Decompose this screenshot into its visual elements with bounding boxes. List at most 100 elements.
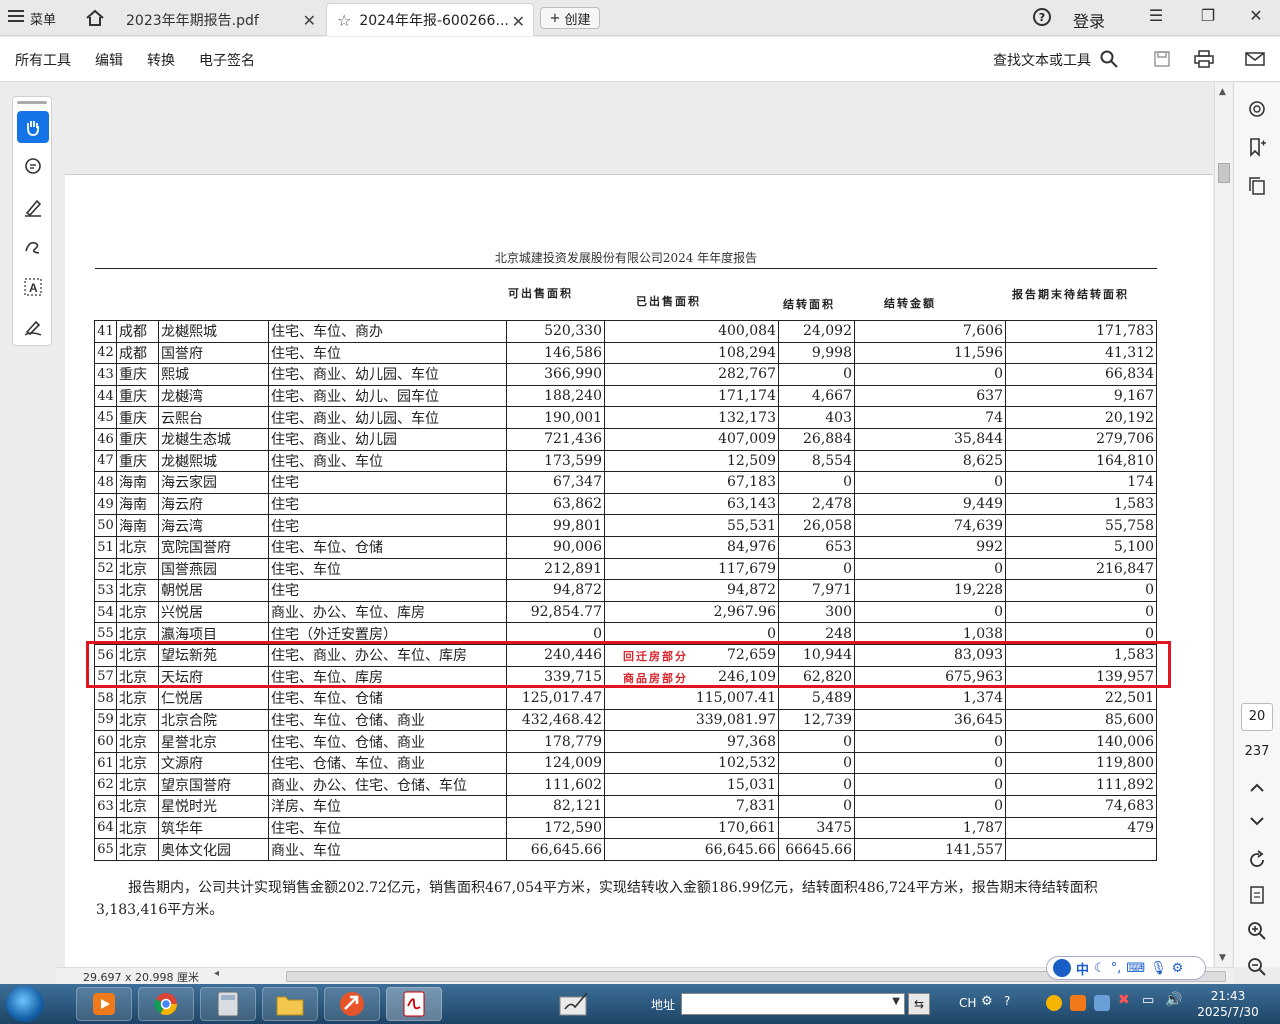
project-name-cell: 望京国誉府 <box>158 773 269 797</box>
text-select-icon[interactable]: A <box>17 271 49 303</box>
end-area-cell: 85,600 <box>1005 708 1157 732</box>
home-icon[interactable] <box>84 7 106 29</box>
carry-amount-cell: 9,449 <box>854 492 1006 516</box>
page-down-icon[interactable] <box>1246 810 1268 832</box>
help-tray-icon[interactable]: ? <box>1004 994 1010 1008</box>
signature-tool-icon[interactable] <box>547 987 603 1021</box>
zoom-in-icon[interactable] <box>1246 920 1268 942</box>
restore-window-icon[interactable]: ❐ <box>1194 6 1222 28</box>
convert-menu[interactable]: 转换 <box>147 50 175 70</box>
file-explorer-icon[interactable] <box>262 987 318 1021</box>
row-index: 60 <box>94 730 117 753</box>
chrome-tray-icon[interactable] <box>1046 995 1062 1011</box>
scroll-up-icon[interactable]: ▲ <box>1219 87 1226 97</box>
property-type-cell: 住宅、车位、商办 <box>268 320 507 343</box>
scroll-thumb[interactable] <box>1218 163 1230 183</box>
end-area-cell: 171,783 <box>1005 320 1157 343</box>
punctuation-icon[interactable]: °, <box>1111 961 1122 976</box>
windows-start-icon[interactable] <box>6 986 44 1022</box>
property-type-cell-text: 住宅、车位、仓储、商业 <box>271 712 425 729</box>
tab-2023-report[interactable]: 2023年年期报告.pdf ✕ <box>116 3 324 36</box>
address-input[interactable]: ▼ <box>681 993 905 1015</box>
pages-icon[interactable] <box>1246 175 1268 197</box>
hand-tool-icon[interactable] <box>17 111 49 143</box>
table-row: 43 重庆 熙城 住宅、商业、幼儿园、车位 366,990 282,767 0 0 66,834 <box>94 363 1157 386</box>
network-tray-icon[interactable] <box>1094 995 1110 1011</box>
project-name-cell-text: 星悦时光 <box>161 799 217 816</box>
project-name-cell-text: 宽院国誉府 <box>161 540 231 557</box>
city-cell: 北京 <box>116 687 159 710</box>
sold-area-cell: 67,183 <box>604 471 779 494</box>
highlight-pen-icon[interactable] <box>17 191 49 223</box>
menu-button[interactable]: 菜单 <box>8 6 56 30</box>
zoom-out-icon[interactable] <box>1246 956 1268 978</box>
scroll-left-icon[interactable]: ◂ <box>214 968 219 979</box>
close-icon[interactable]: ✕ <box>303 11 316 30</box>
volume-icon[interactable]: 🔊 <box>1165 992 1182 1008</box>
save-icon[interactable] <box>1150 47 1174 71</box>
bookmark-icon[interactable] <box>1246 136 1268 158</box>
calculator-icon[interactable] <box>200 987 256 1021</box>
carry-amount-cell-text: 7,606 <box>962 323 1003 340</box>
property-type-cell-text: 住宅 <box>271 497 299 514</box>
chrome-icon[interactable] <box>138 987 194 1021</box>
ai-assistant-icon[interactable] <box>1246 98 1268 120</box>
available-area-cell-text: 63,862 <box>553 496 602 513</box>
city-cell-text: 北京 <box>119 561 147 578</box>
carry-amount-cell-text: 0 <box>994 474 1003 491</box>
close-icon[interactable]: ✕ <box>512 12 525 31</box>
panel-grip[interactable] <box>17 101 47 104</box>
property-type-cell-text: 住宅、车位、商办 <box>271 324 383 341</box>
security-tray-icon[interactable]: ✖ <box>1118 992 1130 1008</box>
city-cell: 北京 <box>116 730 159 753</box>
fill-sign-icon[interactable] <box>17 311 49 343</box>
system-clock[interactable]: 21:43 2025/7/30 <box>1188 988 1268 1020</box>
end-area-cell-text: 119,800 <box>1096 755 1154 772</box>
star-icon[interactable]: ☆ <box>337 11 351 30</box>
carry-area-cell-text: 9,998 <box>811 344 852 361</box>
edit-menu[interactable]: 编辑 <box>95 50 123 70</box>
search-icon[interactable] <box>1097 47 1121 71</box>
page-fit-icon[interactable] <box>1246 884 1268 906</box>
login-button[interactable]: 登录 <box>1073 8 1105 32</box>
scroll-down-icon[interactable]: ▼ <box>1219 953 1226 963</box>
tab-2024-report[interactable]: ☆ 2024年年报-600266... ✕ <box>326 3 534 36</box>
find-text-button[interactable]: 查找文本或工具 <box>993 50 1091 70</box>
hamburger-icon[interactable]: ☰ <box>1142 6 1170 28</box>
go-arrow-icon[interactable]: ⇆ <box>908 993 930 1015</box>
pdf-app-icon[interactable] <box>386 987 442 1021</box>
ime-tray-icon[interactable]: ⚙ <box>981 994 993 1009</box>
comment-icon[interactable] <box>17 151 49 183</box>
mail-icon[interactable] <box>1243 47 1267 71</box>
available-area-cell: 63,862 <box>506 492 605 516</box>
rotate-icon[interactable] <box>1246 849 1268 871</box>
close-window-icon[interactable]: ✕ <box>1242 6 1270 28</box>
carry-amount-cell: 74 <box>854 406 1006 429</box>
all-tools-menu[interactable]: 所有工具 <box>15 50 71 70</box>
chinese-mode-icon[interactable]: 中 <box>1076 959 1089 978</box>
language-indicator[interactable]: CH <box>959 996 976 1010</box>
microphone-icon[interactable]: 🎙 <box>1150 961 1167 976</box>
available-area-cell-text: 66,645.66 <box>530 841 602 858</box>
dropdown-arrow-icon[interactable]: ▼ <box>892 996 900 1007</box>
app-tray-icon[interactable] <box>1070 995 1086 1011</box>
hamburger-icon <box>8 9 24 27</box>
project-name-cell: 国誉府 <box>158 341 269 365</box>
settings-icon[interactable]: ⚙ <box>1172 961 1184 976</box>
app-arrow-icon[interactable] <box>324 987 380 1021</box>
media-player-icon[interactable] <box>76 987 132 1021</box>
moon-icon[interactable]: ☾ <box>1094 961 1106 976</box>
city-cell-text: 海南 <box>119 475 147 492</box>
keyboard-icon[interactable]: ⌨ <box>1126 961 1145 976</box>
page-up-icon[interactable] <box>1246 777 1268 799</box>
create-button[interactable]: + 创建 <box>540 7 600 29</box>
draw-icon[interactable] <box>17 231 49 263</box>
display-tray-icon[interactable]: ▭ <box>1142 993 1154 1008</box>
current-page-input[interactable]: 20 <box>1241 703 1273 731</box>
help-icon[interactable]: ? <box>1033 8 1051 26</box>
row-index: 42 <box>94 341 117 365</box>
vertical-scrollbar[interactable]: ▲ ▼ <box>1214 83 1232 967</box>
e-sign-menu[interactable]: 电子签名 <box>199 50 255 70</box>
print-icon[interactable] <box>1192 47 1216 71</box>
ime-toolbar[interactable]: 中 ☾ °, ⌨ 🎙 ⚙ <box>1046 956 1206 980</box>
